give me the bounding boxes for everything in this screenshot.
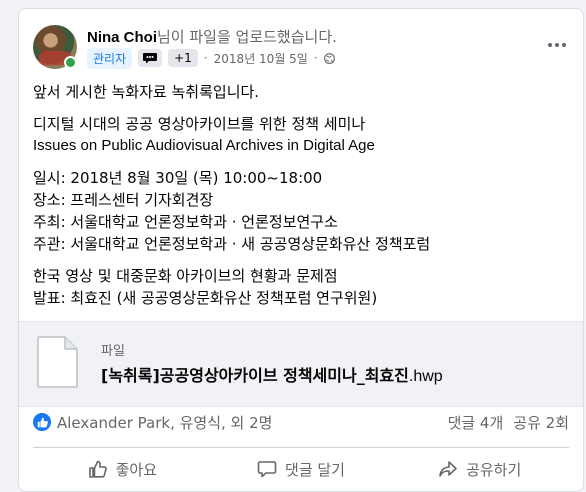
admin-badge[interactable]: 관리자: [87, 47, 133, 69]
post-card: Nina Choi님이 파일을 업로드했습니다. 관리자 +1 · 2018년 …: [18, 8, 584, 492]
share-count[interactable]: 공유 2회: [513, 412, 569, 433]
comment-icon: [257, 461, 277, 478]
divider: [33, 447, 569, 448]
post-line-title-en: Issues on Public Audiovisual Archives in…: [33, 137, 375, 154]
globe-icon: [323, 52, 335, 64]
post-line-presenter: 발표: 최효진 (새 공공영상문화유산 정책포럼 연구위원): [33, 289, 378, 307]
meta-separator: ·: [203, 51, 208, 65]
attachment-file-name[interactable]: [녹취록]공공영상아카이브 정책세미나_최효진.hwp: [101, 362, 443, 386]
post-line-intro: 앞서 게시한 녹화자료 녹취록입니다.: [33, 83, 260, 101]
post-line-topic: 한국 영상 및 대중문화 아카이브의 현황과 문제점: [33, 267, 338, 285]
post-action-text: 님이 파일을 업로드했습니다.: [157, 28, 337, 46]
file-name-main: [녹취록]공공영상아카이브 정책세미나_최효진: [101, 366, 409, 385]
reactions-bar: Alexander Park, 유영식, 외 2명 댓글 4개 공유 2회: [33, 409, 569, 435]
online-status-dot: [64, 56, 77, 69]
share-icon: [439, 461, 457, 477]
reaction-summary[interactable]: Alexander Park, 유영식, 외 2명: [33, 412, 272, 433]
file-extension: .hwp: [408, 368, 443, 385]
post-line-venue: 장소: 프레스센터 기자회견장: [33, 191, 214, 209]
post-line-title: 디지털 시대의 공공 영상아카이브를 위한 정책 세미나: [33, 115, 366, 133]
more-icon: [548, 43, 552, 47]
badge-count[interactable]: +1: [168, 49, 198, 67]
more-options-button[interactable]: [545, 35, 569, 55]
post-line-organizer: 주관: 서울대학교 언론정보학과 · 새 공공영상문화유산 정책포럼: [33, 235, 431, 253]
like-reaction-icon: [33, 413, 51, 431]
engagement-counts: 댓글 4개 공유 2회: [448, 412, 569, 433]
post-timestamp[interactable]: 2018년 10월 5일: [214, 50, 308, 67]
comment-button-label: 댓글 달기: [285, 460, 345, 479]
file-icon: [37, 336, 78, 388]
like-button-label: 좋아요: [115, 460, 158, 479]
share-button[interactable]: 공유하기: [390, 451, 569, 487]
author-name[interactable]: Nina Choi: [87, 29, 157, 46]
post-line-date: 일시: 2018년 8월 30일 (목) 10:00~18:00: [33, 169, 323, 187]
attachment-kind: 파일: [101, 344, 125, 359]
file-attachment[interactable]: 파일 [녹취록]공공영상아카이브 정책세미나_최효진.hwp: [19, 321, 583, 407]
post-line-host: 주최: 서울대학교 언론정보학과 · 언론정보연구소: [33, 213, 338, 231]
like-button[interactable]: 좋아요: [33, 451, 212, 487]
chat-badge-icon[interactable]: [138, 49, 163, 67]
like-icon: [88, 460, 107, 478]
post-header-line: Nina Choi님이 파일을 업로드했습니다.: [87, 26, 337, 47]
action-bar: 좋아요 댓글 달기 공유하기: [33, 451, 569, 487]
likers-text[interactable]: Alexander Park, 유영식, 외 2명: [57, 412, 272, 433]
comment-button[interactable]: 댓글 달기: [212, 451, 391, 487]
share-button-label: 공유하기: [466, 460, 522, 479]
comment-count[interactable]: 댓글 4개: [448, 412, 504, 433]
post-body: 앞서 게시한 녹화자료 녹취록입니다. 디지털 시대의 공공 영상아카이브를 위…: [33, 81, 573, 309]
meta-separator-2: ·: [313, 51, 318, 65]
post-meta: 관리자 +1 · 2018년 10월 5일 ·: [87, 47, 335, 69]
